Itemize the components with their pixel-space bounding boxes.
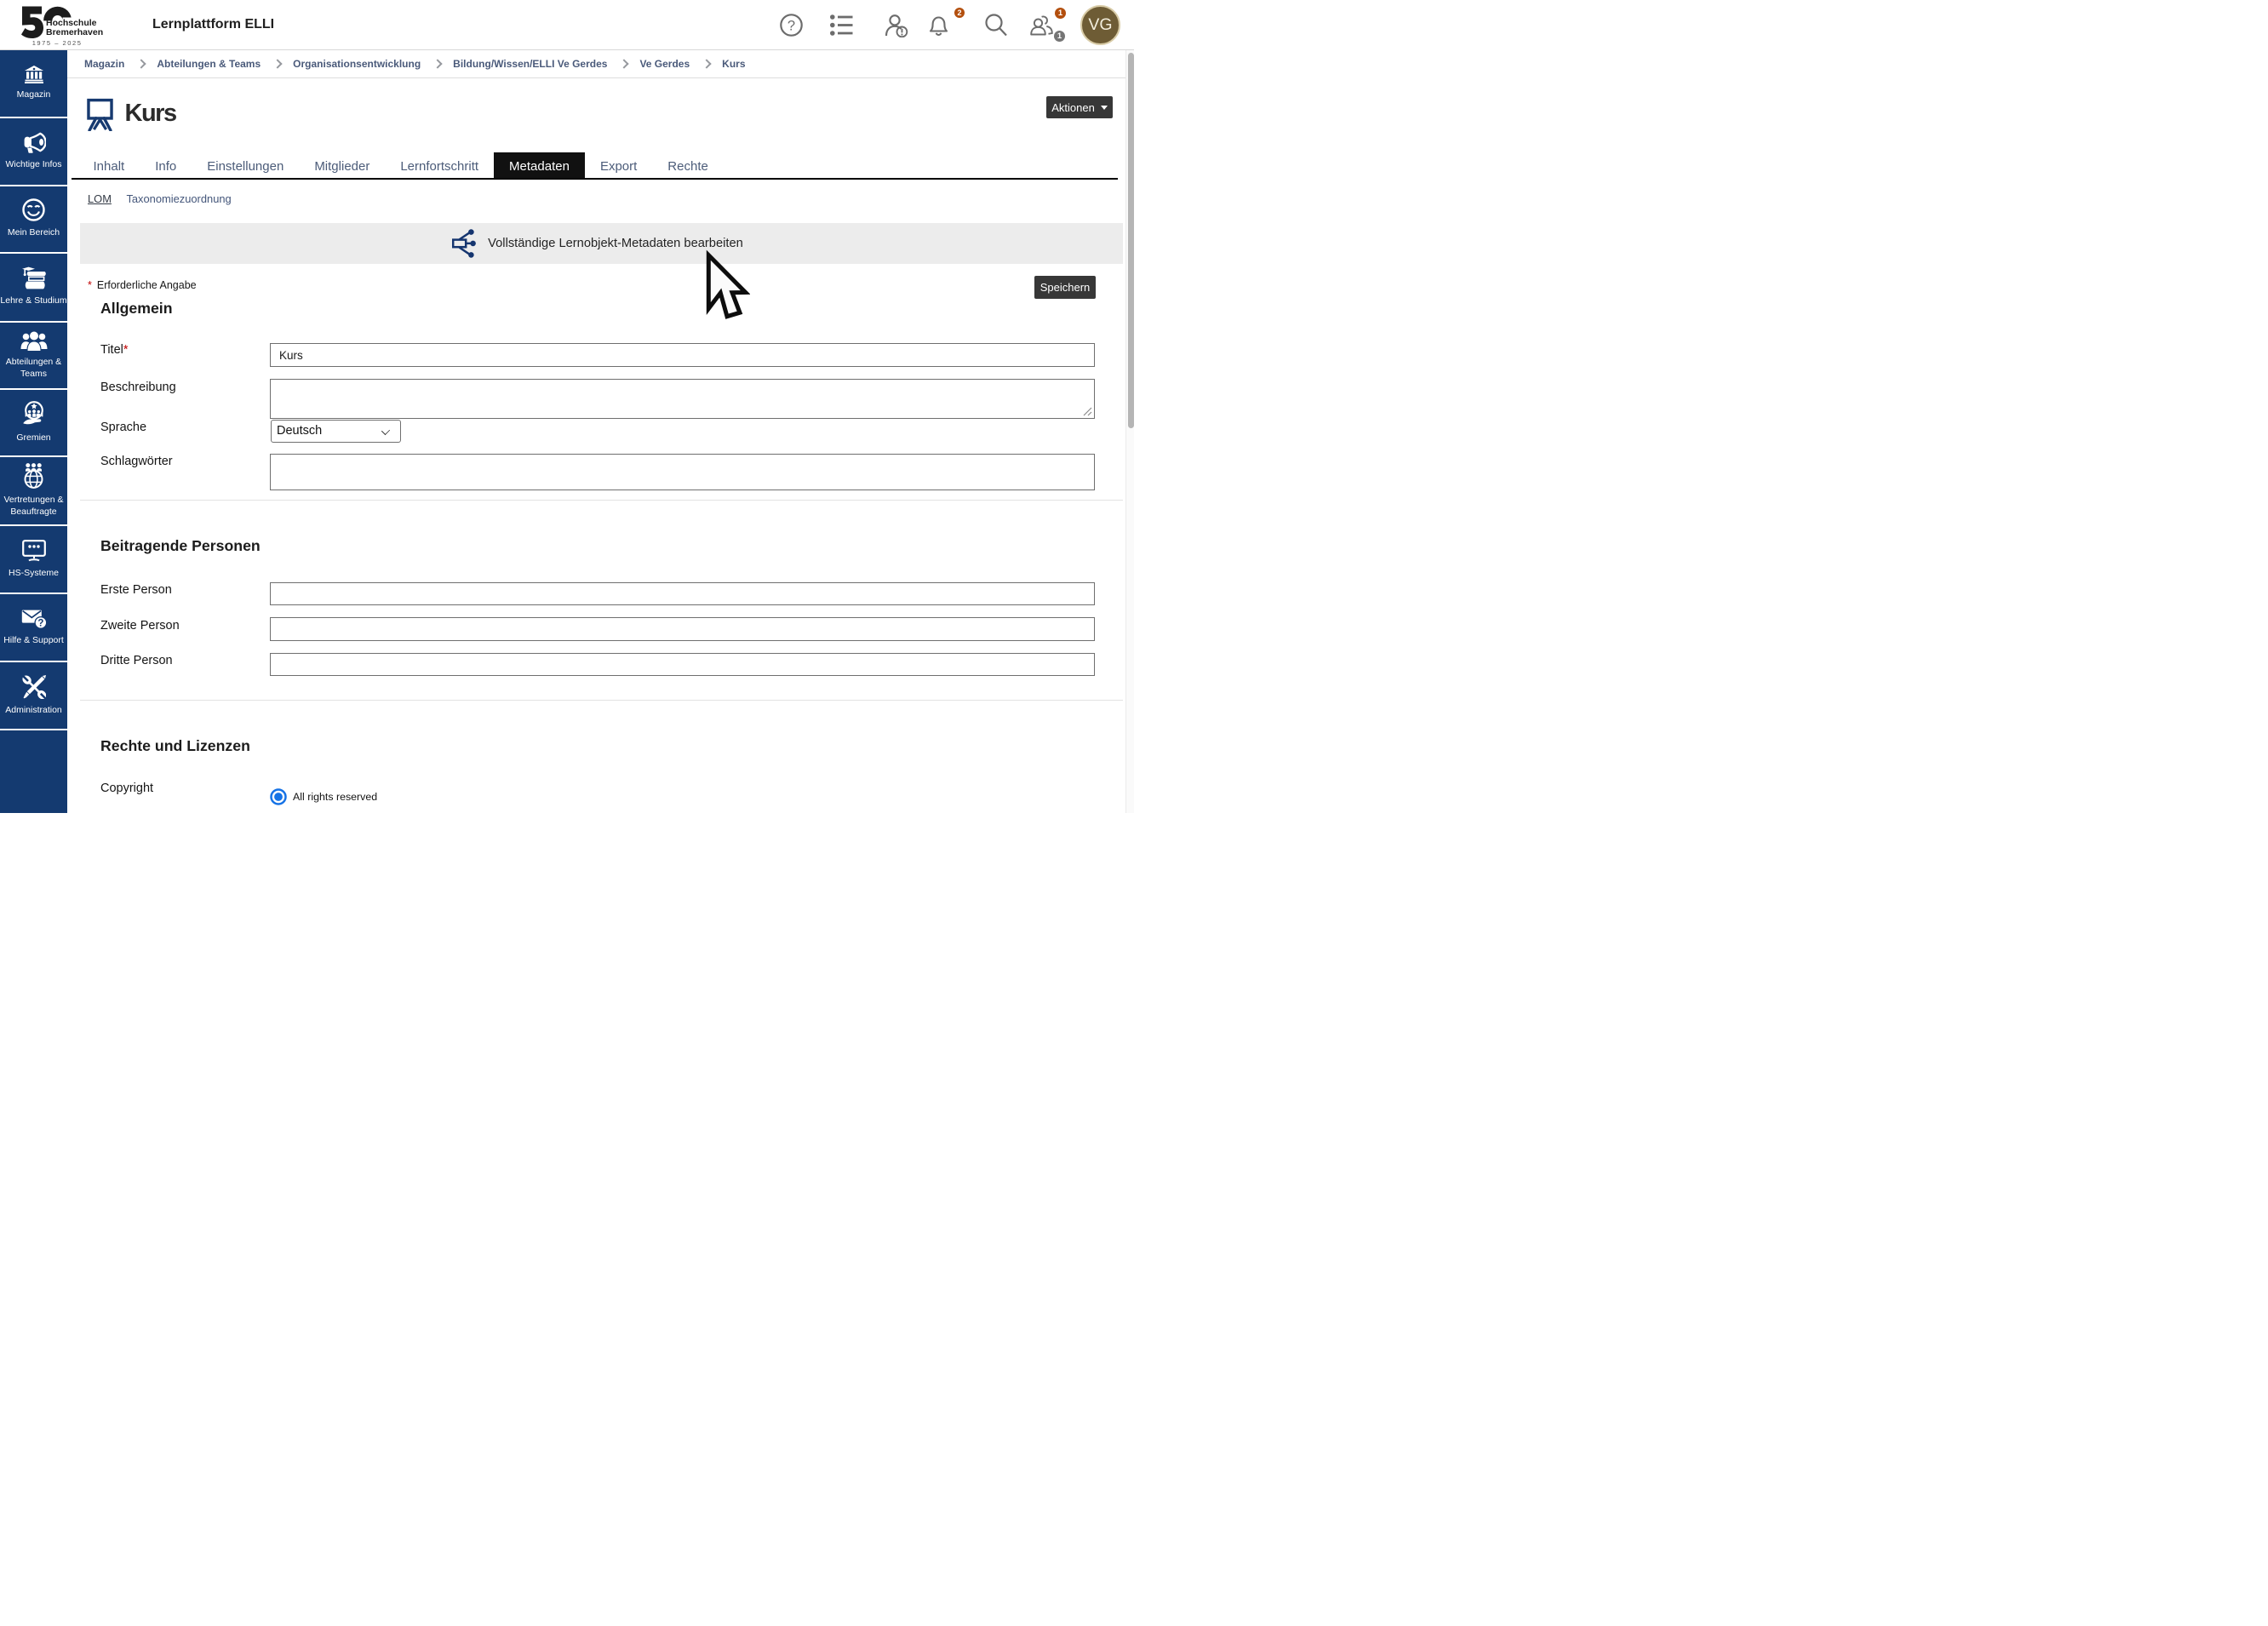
svg-text:?: ?: [788, 19, 795, 34]
svg-text:?: ?: [37, 619, 43, 629]
